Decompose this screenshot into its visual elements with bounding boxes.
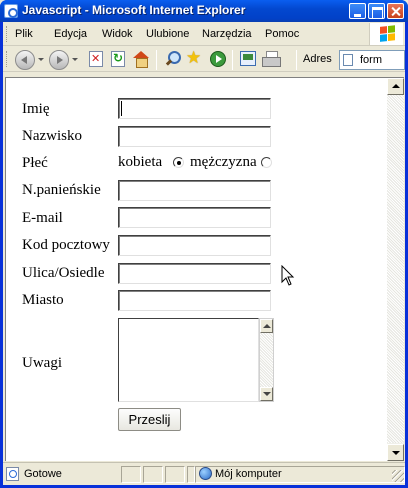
refresh-icon[interactable] [111,51,125,67]
label-ulica: Ulica/Osiedle [22,265,105,281]
label-nazwisko: Nazwisko [22,128,82,144]
uwagi-scrollbar[interactable] [259,318,274,402]
mouse-cursor-icon [281,265,295,286]
menu-ulubione[interactable]: Ulubione [146,28,189,40]
close-button[interactable] [387,3,404,19]
page-content: Imię Nazwisko Płeć kobieta mężczyzna N.p… [5,77,387,461]
favorites-icon[interactable]: ★ [186,48,201,68]
status-cell [165,466,185,483]
toolbar: ★ Adres form [3,47,405,72]
forward-dropdown-icon[interactable] [72,58,78,61]
mail-icon[interactable] [240,51,256,66]
status-text: Gotowe [24,468,62,480]
address-value[interactable]: form [360,54,382,66]
status-page-icon [6,467,19,481]
status-bar: Gotowe Mój komputer [3,462,405,484]
address-bar[interactable]: form [339,50,405,70]
gender-female-radio[interactable] [173,157,184,168]
status-cell [121,466,141,483]
label-plec: Płeć [22,155,48,171]
toolbar-separator [232,50,233,70]
imie-field[interactable] [118,98,271,119]
uwagi-scroll-up-icon[interactable] [260,319,273,333]
home-icon[interactable] [133,51,149,68]
title-bar[interactable]: Javascript - Microsoft Internet Explorer [0,0,408,22]
menu-narzedzia[interactable]: Narzędzia [202,28,252,40]
text-caret [121,101,122,116]
toolbar-separator [156,50,157,70]
menu-grip [6,26,9,42]
status-cell [143,466,163,483]
kod-field[interactable] [118,235,271,256]
scroll-track[interactable] [387,95,404,443]
windows-logo-icon [369,23,403,45]
uwagi-textarea[interactable] [118,318,259,402]
scroll-down-icon[interactable] [387,444,404,461]
ulica-field[interactable] [118,263,271,284]
email-field[interactable] [118,207,271,228]
scroll-up-icon[interactable] [387,78,404,95]
search-icon[interactable] [164,51,181,67]
maximize-button[interactable] [368,3,385,19]
menu-plik[interactable]: Plik [15,28,33,40]
address-label: Adres [303,53,332,65]
page-scrollbar[interactable] [387,77,404,461]
stop-icon[interactable] [89,51,103,67]
menu-edycja[interactable]: Edycja [54,28,87,40]
gender-female-label: kobieta [118,154,163,170]
menu-bar: Plik Edycja Widok Ulubione Narzędzia Pom… [3,22,405,46]
back-dropdown-icon[interactable] [38,58,44,61]
resize-grip-icon[interactable] [392,470,404,482]
menu-pomoc[interactable]: Pomoc [265,28,299,40]
submit-button[interactable]: Przeslij [118,408,181,431]
gender-group: kobieta mężczyzna [118,154,278,174]
toolbar-grip [6,51,9,67]
back-icon[interactable] [15,50,35,70]
gender-male-label: mężczyzna [190,154,257,170]
media-icon[interactable] [210,51,226,67]
computer-icon [199,467,212,480]
window-title: Javascript - Microsoft Internet Explorer [22,3,246,17]
forward-icon[interactable] [49,50,69,70]
window-frame: Plik Edycja Widok Ulubione Narzędzia Pom… [3,22,405,485]
nazwisko-field[interactable] [118,126,271,147]
label-miasto: Miasto [22,292,64,308]
uwagi-scroll-down-icon[interactable] [260,387,273,401]
status-zone: Mój komputer [215,468,282,480]
label-kod: Kod pocztowy [22,237,110,253]
panienskie-field[interactable] [118,180,271,201]
label-panienskie: N.panieńskie [22,182,101,198]
menu-widok[interactable]: Widok [102,28,133,40]
page-icon [343,54,353,66]
miasto-field[interactable] [118,290,271,311]
browser-window: Javascript - Microsoft Internet Explorer… [0,0,408,488]
ie-page-icon [4,4,18,18]
label-uwagi: Uwagi [22,355,62,371]
label-email: E-mail [22,210,63,226]
minimize-button[interactable] [349,3,366,19]
label-imie: Imię [22,101,50,117]
gender-male-radio[interactable] [261,157,272,168]
status-cell [187,466,195,483]
print-icon[interactable] [262,51,281,67]
toolbar-separator [296,50,297,70]
